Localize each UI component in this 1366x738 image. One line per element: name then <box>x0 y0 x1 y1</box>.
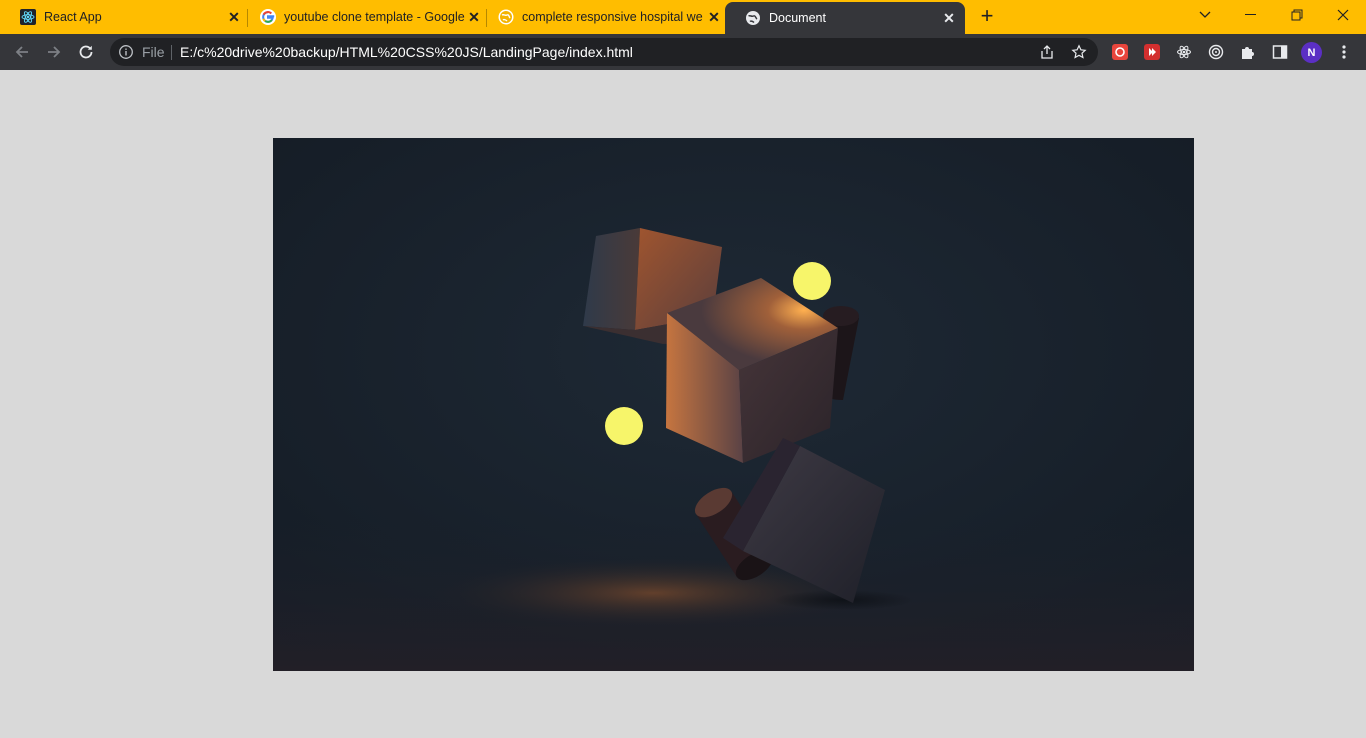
tab-search-icon[interactable] <box>1182 0 1228 30</box>
close-icon[interactable]: ✕ <box>941 10 957 26</box>
react-devtools-icon[interactable] <box>1174 42 1194 62</box>
globe-orange-icon <box>498 9 514 25</box>
hero-image <box>273 138 1194 671</box>
restore-button[interactable] <box>1274 0 1320 30</box>
tab-title: complete responsive hospital we <box>522 10 703 24</box>
browser-toolbar: File E:/c%20drive%20backup/HTML%20CSS%20… <box>0 34 1366 70</box>
extension-video-icon[interactable] <box>1142 42 1162 62</box>
tab-youtube-clone[interactable]: youtube clone template - Google ✕ <box>240 0 486 34</box>
extensions-puzzle-icon[interactable] <box>1238 42 1258 62</box>
omnibox-divider <box>171 45 172 60</box>
extension-target-icon[interactable] <box>1206 42 1226 62</box>
tab-react-app[interactable]: React App ✕ <box>0 0 246 34</box>
reload-button[interactable] <box>74 40 98 64</box>
tab-document[interactable]: Document ✕ <box>725 2 965 34</box>
close-window-button[interactable] <box>1320 0 1366 30</box>
menu-kebab-icon[interactable] <box>1334 42 1354 62</box>
share-icon[interactable] <box>1038 43 1056 61</box>
google-icon <box>260 9 276 25</box>
tab-hospital-website[interactable]: complete responsive hospital we ✕ <box>478 0 726 34</box>
bookmark-star-icon[interactable] <box>1070 43 1088 61</box>
tab-title: youtube clone template - Google <box>284 10 465 24</box>
globe-icon <box>745 10 761 26</box>
profile-avatar[interactable]: N <box>1301 42 1322 63</box>
abstract-3d-cubes-image <box>273 138 1194 671</box>
forward-button[interactable] <box>42 40 66 64</box>
extension-record-icon[interactable] <box>1110 42 1130 62</box>
url-text[interactable]: E:/c%20drive%20backup/HTML%20CSS%20JS/La… <box>180 44 633 60</box>
react-icon <box>20 9 36 25</box>
scheme-chip: File <box>142 44 165 60</box>
tab-title: Document <box>769 11 826 25</box>
close-icon[interactable]: ✕ <box>706 9 722 25</box>
info-icon[interactable] <box>118 44 134 60</box>
tab-title: React App <box>44 10 102 24</box>
address-bar[interactable]: File E:/c%20drive%20backup/HTML%20CSS%20… <box>110 38 1098 66</box>
side-panel-icon[interactable] <box>1270 42 1290 62</box>
minimize-button[interactable] <box>1228 0 1274 30</box>
tab-strip: React App ✕ youtube clone template - Goo… <box>0 0 1366 34</box>
new-tab-button[interactable]: + <box>976 5 998 28</box>
page-viewport <box>0 70 1366 738</box>
back-button[interactable] <box>10 40 34 64</box>
